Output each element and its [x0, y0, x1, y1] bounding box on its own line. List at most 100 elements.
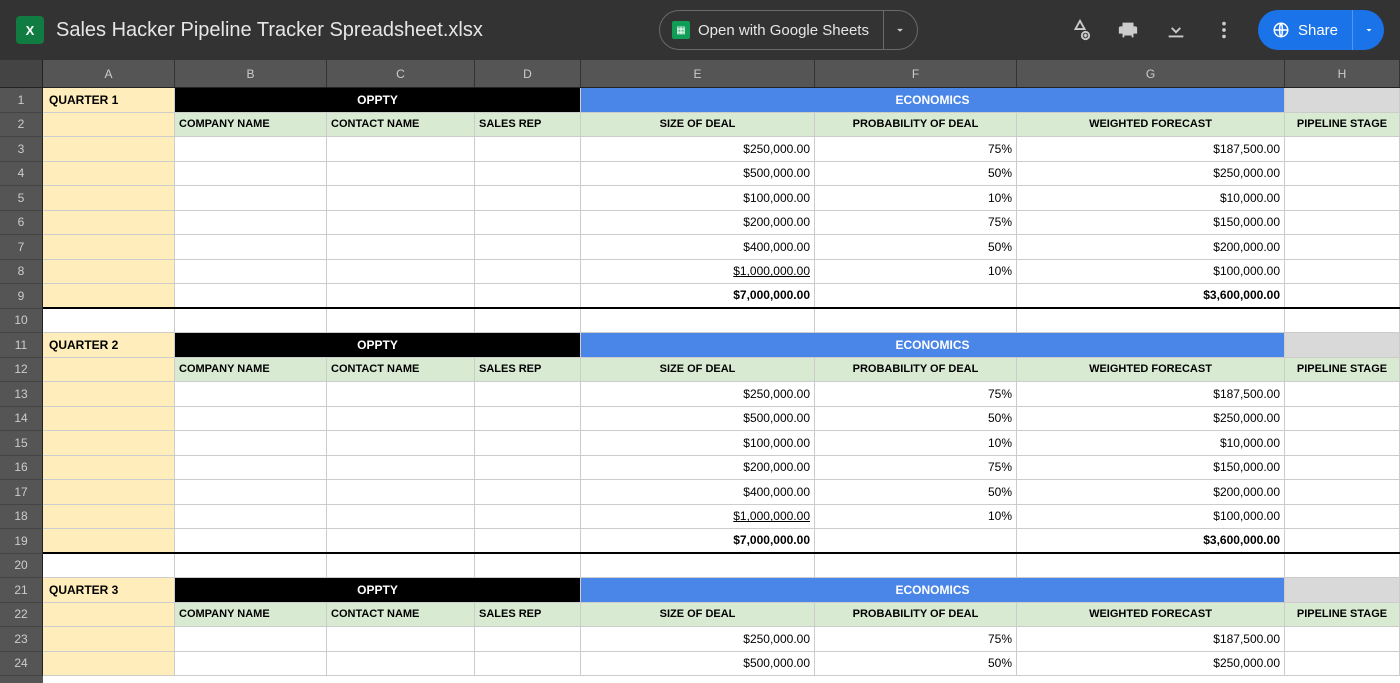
oppty-header[interactable]: OPPTY	[175, 333, 581, 357]
cell[interactable]	[43, 162, 175, 186]
cell[interactable]	[175, 456, 327, 480]
column-header[interactable]: F	[815, 60, 1017, 87]
cell[interactable]	[175, 554, 327, 578]
deal-prob[interactable]: 50%	[815, 235, 1017, 259]
cell[interactable]	[43, 431, 175, 455]
cell[interactable]	[1285, 456, 1400, 480]
cell[interactable]	[475, 382, 581, 406]
cell[interactable]	[475, 260, 581, 284]
cell[interactable]	[475, 554, 581, 578]
row-number[interactable]: 16	[0, 456, 43, 481]
cell[interactable]	[475, 137, 581, 161]
row-number[interactable]: 5	[0, 186, 43, 211]
stage-header-blank[interactable]	[1285, 88, 1400, 112]
cell[interactable]	[1285, 284, 1400, 307]
cell[interactable]	[43, 284, 175, 307]
cell[interactable]	[327, 505, 475, 529]
cell[interactable]	[327, 284, 475, 307]
cell[interactable]	[475, 652, 581, 676]
row-number[interactable]: 8	[0, 260, 43, 285]
cell[interactable]	[475, 407, 581, 431]
cell[interactable]	[475, 284, 581, 307]
deal-prob[interactable]: 10%	[815, 260, 1017, 284]
cell[interactable]	[43, 260, 175, 284]
cell[interactable]	[1285, 431, 1400, 455]
cell[interactable]	[1017, 309, 1285, 333]
deal-size[interactable]: $250,000.00	[581, 382, 815, 406]
col-size[interactable]: SIZE OF DEAL	[581, 358, 815, 382]
deal-forecast[interactable]: $10,000.00	[1017, 431, 1285, 455]
deal-prob[interactable]: 50%	[815, 652, 1017, 676]
cell[interactable]	[175, 480, 327, 504]
col-contact[interactable]: CONTACT NAME	[327, 603, 475, 627]
open-with-sheets-button[interactable]: ▦ Open with Google Sheets	[660, 11, 883, 49]
cell[interactable]	[43, 529, 175, 552]
cell[interactable]	[327, 431, 475, 455]
total-size[interactable]: $7,000,000.00	[581, 529, 815, 552]
deal-size[interactable]: $400,000.00	[581, 480, 815, 504]
total-size[interactable]: $7,000,000.00	[581, 284, 815, 307]
row-number[interactable]: 1	[0, 88, 43, 113]
column-header[interactable]: A	[43, 60, 175, 87]
oppty-header[interactable]: OPPTY	[175, 578, 581, 602]
deal-forecast[interactable]: $250,000.00	[1017, 407, 1285, 431]
cell[interactable]	[475, 211, 581, 235]
share-button[interactable]: Share	[1258, 10, 1352, 50]
row-number[interactable]: 24	[0, 652, 43, 677]
deal-forecast[interactable]: $150,000.00	[1017, 456, 1285, 480]
deal-forecast[interactable]: $200,000.00	[1017, 480, 1285, 504]
col-company[interactable]: COMPANY NAME	[175, 603, 327, 627]
cell[interactable]	[327, 235, 475, 259]
cell[interactable]	[175, 284, 327, 307]
col-size[interactable]: SIZE OF DEAL	[581, 603, 815, 627]
total-forecast[interactable]: $3,600,000.00	[1017, 529, 1285, 552]
deal-prob[interactable]: 50%	[815, 407, 1017, 431]
column-header[interactable]: E	[581, 60, 815, 87]
cell[interactable]	[43, 480, 175, 504]
row-number[interactable]: 20	[0, 554, 43, 579]
row-number[interactable]: 4	[0, 162, 43, 187]
cell[interactable]	[175, 309, 327, 333]
col-size[interactable]: SIZE OF DEAL	[581, 113, 815, 137]
row-number[interactable]: 17	[0, 480, 43, 505]
deal-prob[interactable]: 75%	[815, 382, 1017, 406]
cell[interactable]	[175, 431, 327, 455]
row-number[interactable]: 22	[0, 603, 43, 628]
cell[interactable]	[327, 309, 475, 333]
cell[interactable]	[43, 309, 175, 333]
cell[interactable]	[581, 309, 815, 333]
deal-size[interactable]: $100,000.00	[581, 186, 815, 210]
cell[interactable]	[43, 137, 175, 161]
col-rep[interactable]: SALES REP	[475, 358, 581, 382]
row-number[interactable]: 9	[0, 284, 43, 309]
cell[interactable]	[1285, 162, 1400, 186]
cell[interactable]	[43, 505, 175, 529]
cell[interactable]	[1285, 235, 1400, 259]
quarter-title[interactable]: QUARTER 3	[43, 578, 175, 602]
cell[interactable]	[175, 652, 327, 676]
cell[interactable]	[43, 113, 175, 137]
cell[interactable]	[1285, 211, 1400, 235]
cell[interactable]	[581, 554, 815, 578]
deal-forecast[interactable]: $150,000.00	[1017, 211, 1285, 235]
cell[interactable]	[327, 456, 475, 480]
cell[interactable]	[1285, 382, 1400, 406]
cell[interactable]	[327, 480, 475, 504]
cell[interactable]	[175, 407, 327, 431]
cell[interactable]	[43, 211, 175, 235]
col-forecast[interactable]: WEIGHTED FORECAST	[1017, 603, 1285, 627]
cell[interactable]	[175, 162, 327, 186]
cell[interactable]	[1285, 407, 1400, 431]
total-forecast[interactable]: $3,600,000.00	[1017, 284, 1285, 307]
cell[interactable]	[1017, 554, 1285, 578]
row-number[interactable]: 6	[0, 211, 43, 236]
select-all-corner[interactable]	[0, 60, 43, 87]
cell[interactable]	[327, 260, 475, 284]
cell[interactable]	[1285, 529, 1400, 552]
cell[interactable]	[475, 529, 581, 552]
col-prob[interactable]: PROBABILITY OF DEAL	[815, 113, 1017, 137]
row-number[interactable]: 10	[0, 309, 43, 334]
deal-size[interactable]: $200,000.00	[581, 456, 815, 480]
column-header[interactable]: B	[175, 60, 327, 87]
deal-forecast[interactable]: $187,500.00	[1017, 382, 1285, 406]
